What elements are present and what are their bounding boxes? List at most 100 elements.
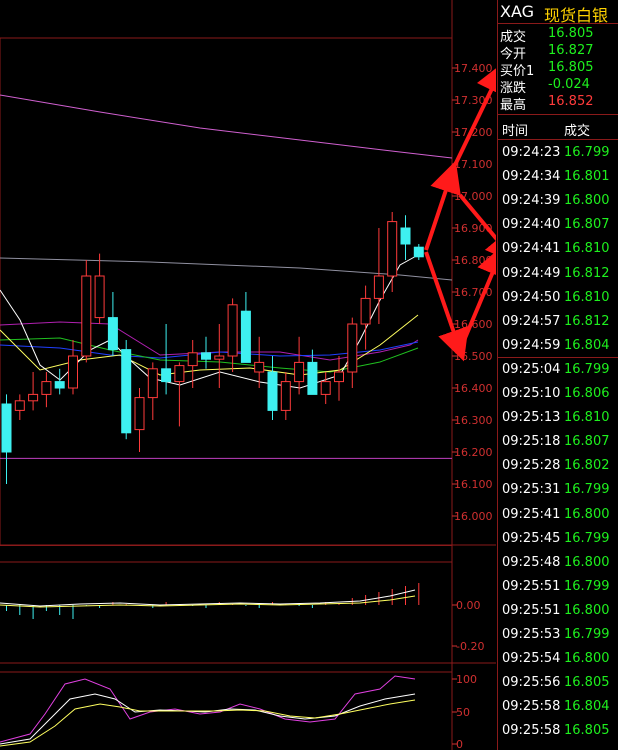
candle-body [267,371,278,411]
macd-tick-label: -0.20 [456,640,484,653]
tick-row[interactable]: 09:24:49 16.812 [498,262,618,286]
tick-header-time: 时间 [502,124,529,139]
tick-row[interactable]: 09:24:50 16.810 [498,286,618,310]
tick-time: 09:25:41 [502,506,561,522]
tick-row[interactable]: 09:25:10 16.806 [498,382,618,406]
candle-body [373,275,384,299]
tick-price: 16.807 [564,434,610,450]
candle[interactable] [1,394,12,484]
candle[interactable] [387,212,398,292]
candle-body [227,304,238,357]
candle[interactable] [81,260,92,363]
price-tick-label: 16.200 [454,446,493,459]
candle-body [134,397,145,431]
candle[interactable] [413,244,424,260]
candle[interactable] [347,317,358,388]
tick-time: 09:24:39 [502,193,561,209]
candle-body [54,381,65,389]
tick-row[interactable]: 09:25:54 16.800 [498,647,618,671]
tick-row[interactable]: 09:24:59 16.804 [498,334,618,358]
candle[interactable] [360,285,371,350]
candle[interactable] [214,324,225,388]
candle[interactable] [400,215,411,260]
price-chart[interactable]: 17.40017.30017.20017.10017.00016.90016.8… [0,0,496,546]
tick-row[interactable]: 09:25:51 16.799 [498,575,618,599]
candle[interactable] [14,394,25,420]
tick-row[interactable]: 09:25:18 16.807 [498,430,618,454]
price-chart-panel[interactable]: 17.400 17.300 17.200 17.100 17.000 16.900 16.8… [0,0,496,546]
tick-price: 16.810 [564,410,610,426]
minute-separator [498,356,618,358]
candle[interactable] [161,324,172,395]
candle[interactable] [254,336,265,388]
tick-price: 16.799 [564,627,610,642]
candle[interactable] [187,340,198,388]
candle[interactable] [41,372,52,408]
candle-body [81,275,92,357]
macd-panel[interactable]: 0.00 -0.20 [0,546,496,664]
candle[interactable] [240,292,251,363]
tick-row[interactable]: 09:24:23 16.799 [498,141,618,165]
tick-row[interactable]: 09:25:58 16.805 [498,719,618,743]
candle-body [41,381,52,395]
candle[interactable] [334,356,344,401]
tick-row[interactable]: 09:25:58 16.804 [498,695,618,719]
candle-body [254,361,265,373]
tick-time: 09:25:56 [502,675,561,691]
kdj-panel[interactable]: 100 50 0 [0,664,496,750]
candle[interactable] [28,372,39,411]
candle[interactable] [147,362,158,420]
tick-row[interactable]: 09:25:45 16.799 [498,527,618,551]
candle[interactable] [227,298,238,372]
tick-row[interactable]: 09:24:57 16.812 [498,310,618,334]
symbol-name: 现货白银 [544,6,609,25]
tick-price: 16.800 [564,506,610,522]
candle[interactable] [134,388,145,452]
tick-time: 09:24:50 [502,289,561,305]
candle[interactable] [54,368,65,395]
candle-body [14,400,25,411]
tick-row[interactable]: 09:25:53 16.799 [498,623,618,647]
tick-time: 09:25:54 [502,651,561,667]
tick-time: 09:24:57 [502,313,561,329]
candle[interactable] [201,336,211,369]
candle[interactable] [320,372,331,404]
tick-row[interactable]: 09:24:40 16.807 [498,213,618,237]
tick-row[interactable]: 09:25:56 16.805 [498,671,618,695]
price-tick-label: 16.500 [454,350,493,363]
tick-price: 16.804 [564,699,610,715]
quote-value: -0.024 [548,77,590,92]
tick-time: 09:25:28 [502,458,561,474]
tick-row[interactable]: 09:24:34 16.801 [498,165,618,189]
tick-row[interactable]: 09:25:51 16.800 [498,599,618,623]
tick-price: 16.801 [564,169,610,185]
tick-table-header: 时间 成交 [498,114,618,140]
quote-value: 16.805 [548,26,594,41]
candle-body [280,381,291,411]
candle[interactable] [294,336,305,395]
tick-header-price: 成交 [564,124,591,139]
candle[interactable] [107,292,118,356]
candle[interactable] [280,372,291,420]
candle[interactable] [267,356,278,420]
candle[interactable] [68,340,78,395]
tick-time: 09:24:41 [502,241,561,257]
candle-body [174,365,185,383]
candle[interactable] [121,340,132,440]
tick-row[interactable]: 09:25:41 16.800 [498,503,618,527]
tick-row[interactable]: 09:25:31 16.799 [498,478,618,502]
tick-row[interactable]: 09:24:41 16.810 [498,237,618,261]
candle[interactable] [94,253,105,324]
tick-row[interactable]: 09:25:13 16.810 [498,406,618,430]
tick-row[interactable]: 09:25:28 16.802 [498,454,618,478]
tick-row[interactable]: 09:25:04 16.799 [498,358,618,382]
tick-row[interactable]: 09:24:39 16.800 [498,189,618,213]
candle[interactable] [174,362,185,427]
tick-row[interactable]: 09:25:48 16.800 [498,551,618,575]
candle-body [68,355,78,389]
tick-time: 09:25:18 [502,434,561,450]
candle-body [187,352,198,367]
tick-time: 09:25:10 [502,386,561,401]
candle-body [161,368,172,383]
tick-price: 16.799 [564,482,610,498]
